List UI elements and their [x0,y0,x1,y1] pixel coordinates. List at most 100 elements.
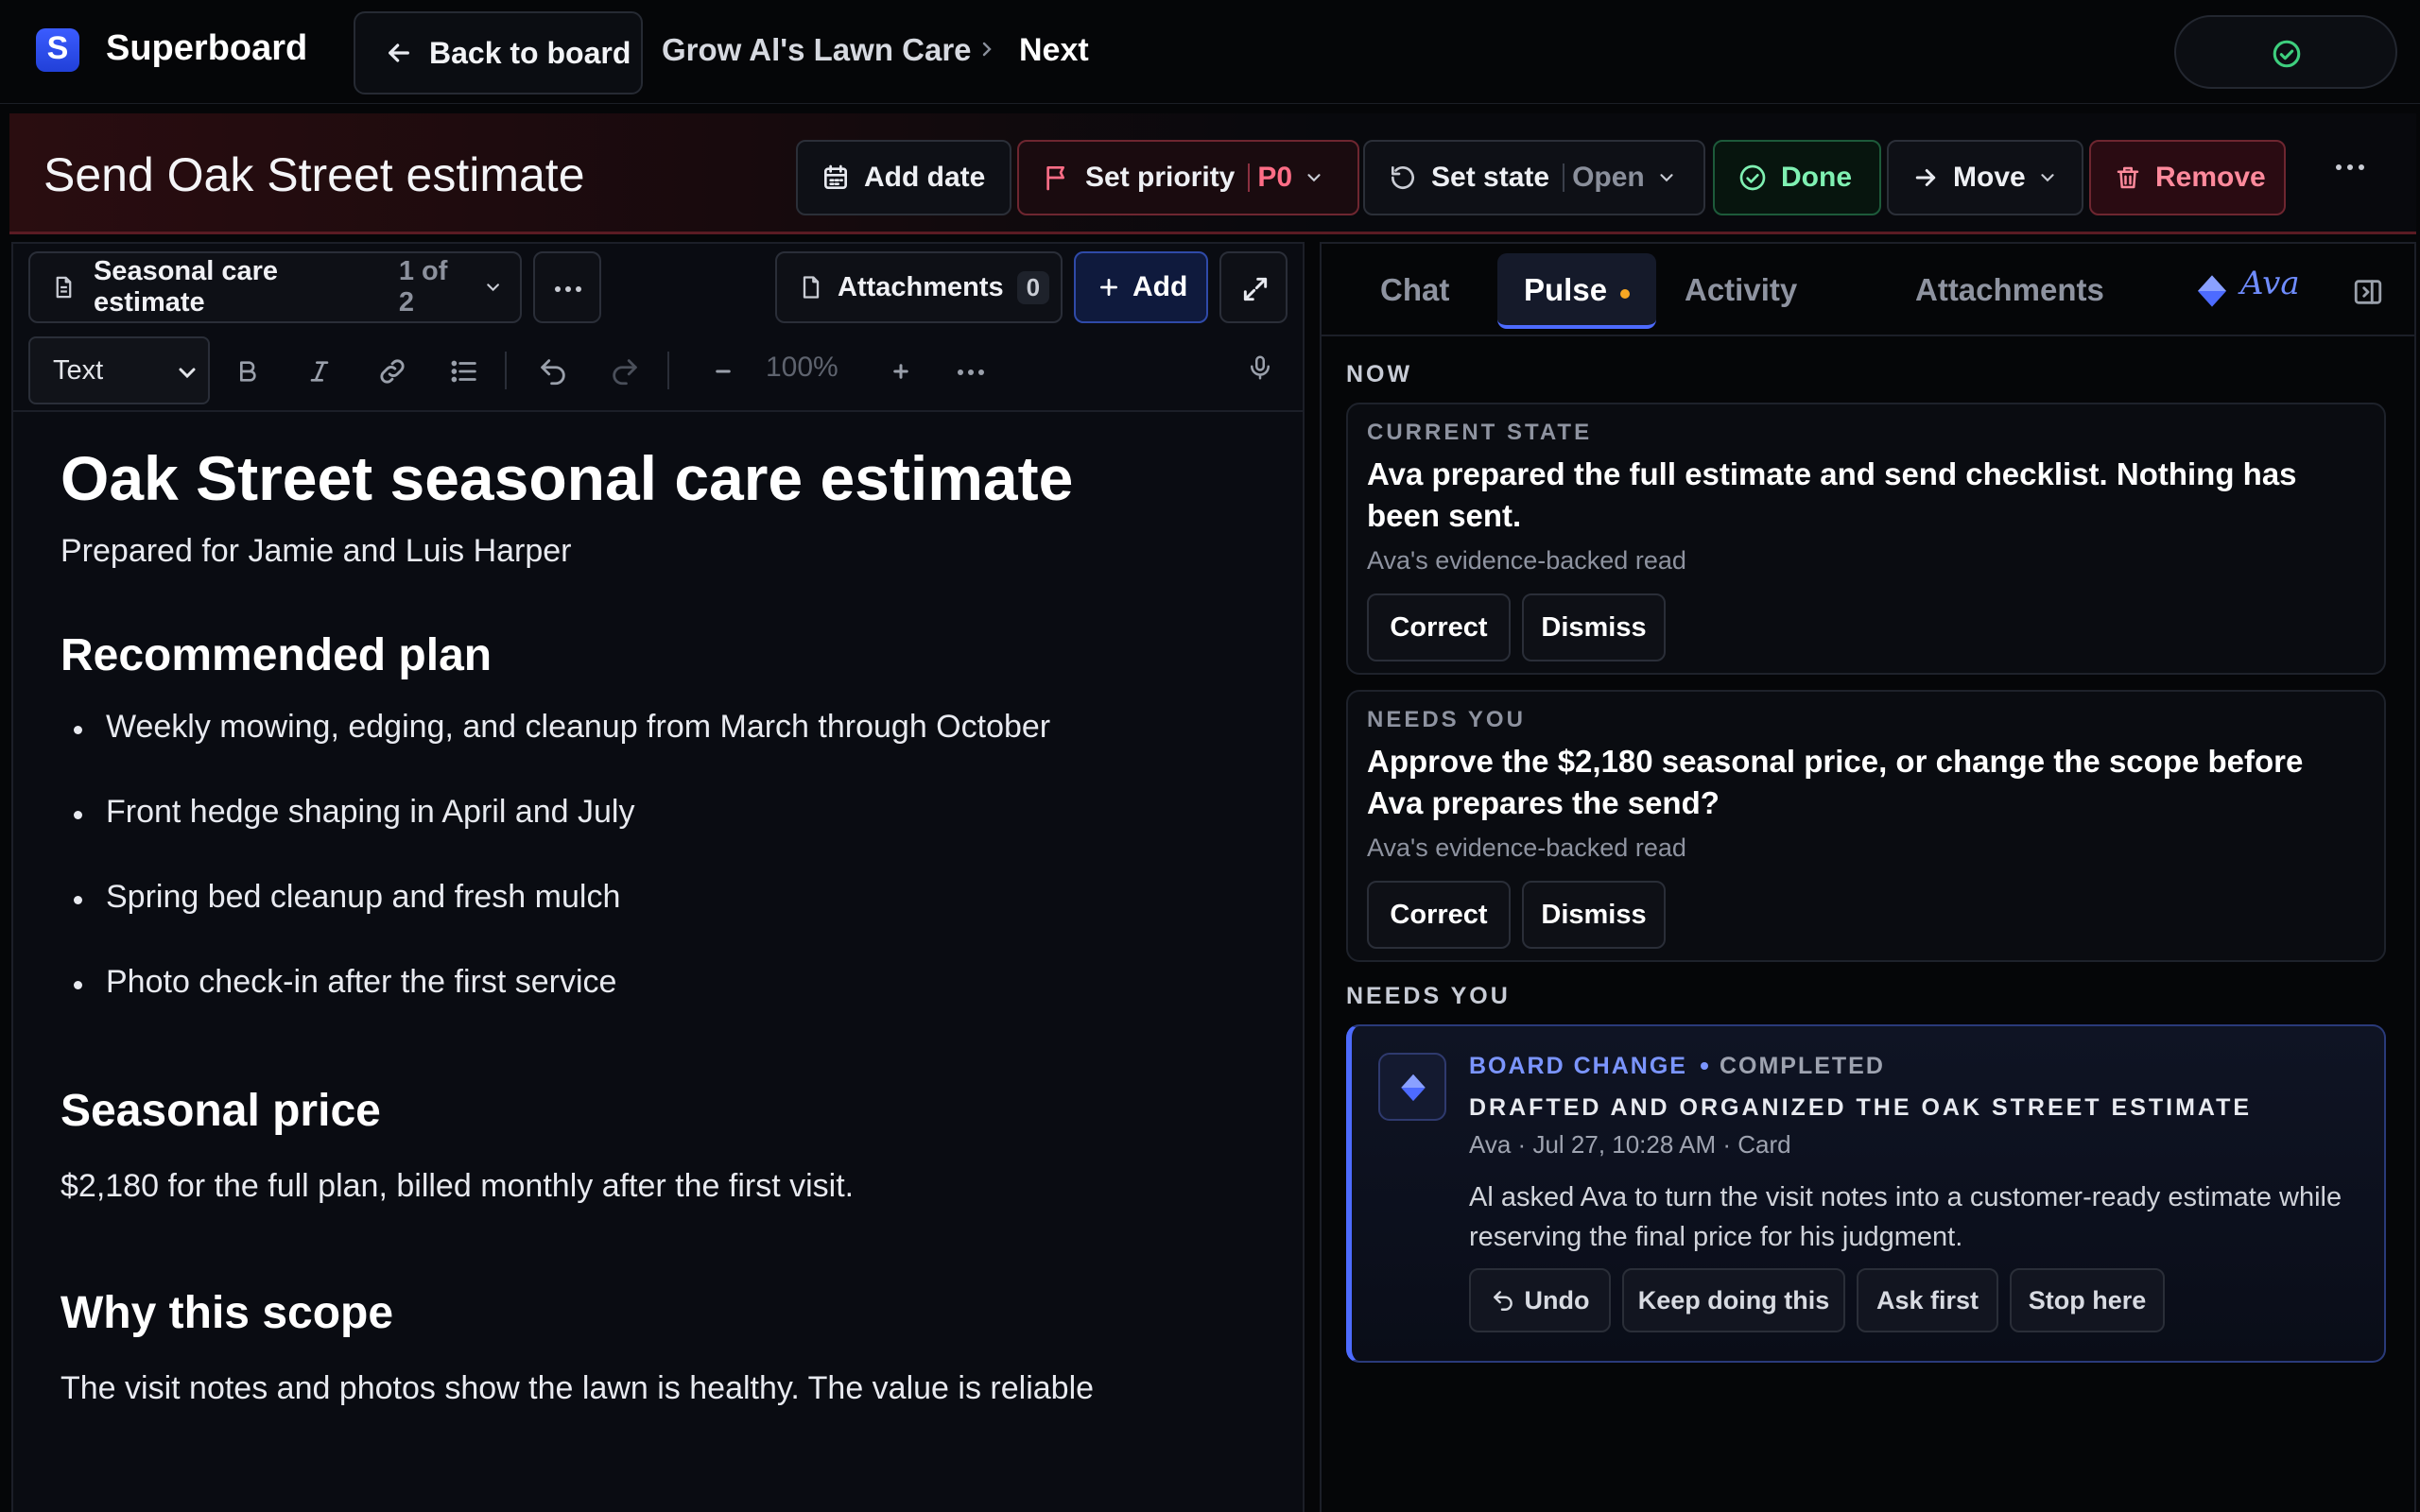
evidence-note: Ava's evidence-backed read [1367,546,1686,575]
more-horizontal-icon[interactable] [957,369,985,376]
more-horizontal-icon[interactable] [2333,163,2367,172]
card-title[interactable]: Send Oak Street estimate [43,147,585,202]
zoom-out-icon[interactable] [709,355,737,387]
tab-pulse[interactable]: Pulse [1524,272,1607,308]
move-button[interactable]: Move [1887,140,2083,215]
dismiss-button[interactable]: Dismiss [1522,881,1666,949]
redo-icon[interactable] [609,355,641,387]
change-meta: Ava · Jul 27, 10:28 AM · Card [1469,1130,1791,1159]
file-icon [803,276,820,299]
undo-icon [1493,1291,1512,1311]
correct-button[interactable]: Correct [1367,593,1511,662]
document-editor: Seasonal care estimate 1 of 2 Attachment… [11,242,1305,1512]
chevron-down-icon [1660,174,1673,182]
toolbar-divider [667,352,669,389]
done-button[interactable]: Done [1713,140,1881,215]
ava-signature[interactable]: Ava [2240,265,2300,302]
bold-icon[interactable] [233,355,263,387]
side-panel: Chat Pulse Activity Attachments Ava NOW … [1320,242,2416,1512]
add-date-label: Add date [864,162,986,193]
set-priority-button[interactable]: Set priority P0 [1017,140,1359,215]
bullet-list-icon[interactable] [448,355,480,387]
add-document-button[interactable]: Add [1074,251,1208,323]
text-style-select[interactable]: Text [28,336,210,404]
back-to-board-button[interactable]: Back to board [354,11,643,94]
calendar-icon [824,164,847,189]
change-title: DRAFTED AND ORGANIZED THE OAK STREET EST… [1469,1094,2253,1121]
change-description: Al asked Ava to turn the visit notes int… [1469,1182,2342,1252]
collapse-panel-icon[interactable] [2352,276,2384,308]
ava-avatar [1378,1053,1446,1121]
done-label: Done [1781,162,1852,193]
needs-you-question: Approve the $2,180 seasonal price, or ch… [1367,744,2304,820]
dismiss-button[interactable]: Dismiss [1522,593,1666,662]
expand-button[interactable] [1219,251,1288,323]
now-section-label: NOW [1346,361,1413,387]
chevron-down-icon [179,368,196,379]
set-priority-label: Set priority [1085,162,1236,193]
tab-attachments[interactable]: Attachments [1915,272,2104,308]
superboard-logo[interactable]: S [36,28,79,72]
document-more-button[interactable] [533,251,601,323]
pulse-unread-dot [1620,289,1630,299]
scope-text: The visit notes and photos show the lawn… [60,1370,1095,1406]
set-state-button[interactable]: Set state Open [1363,140,1705,215]
correct-button[interactable]: Correct [1367,881,1511,949]
breadcrumb-board[interactable]: Grow Al's Lawn Care [662,32,972,68]
tab-chat[interactable]: Chat [1380,272,1449,308]
brand-name: Superboard [106,28,308,68]
microphone-icon[interactable] [1246,350,1274,386]
undo-label: Undo [1524,1286,1590,1314]
tab-activity[interactable]: Activity [1685,272,1797,308]
set-state-label: Set state [1431,162,1550,193]
current-state-text: Ava prepared the full estimate and send … [1367,456,2297,533]
check-circle-icon [1739,164,1766,191]
undo-icon[interactable] [537,355,569,387]
remove-label: Remove [2155,162,2266,193]
board-change-kicker: BOARD CHANGE COMPLETED [1469,1053,1885,1080]
attachments-count: 0 [1016,270,1050,304]
flag-icon [1046,166,1064,191]
chevron-down-icon [2041,174,2054,182]
plan-item: Weekly mowing, edging, and cleanup from … [73,709,1051,745]
plus-icon [1100,279,1117,296]
attachments-label: Attachments [838,271,1004,302]
arrow-right-icon [1915,169,1936,186]
ask-first-button[interactable]: Ask first [1857,1268,1998,1332]
current-state-card: CURRENT STATE Ava prepared the full esti… [1346,403,2386,675]
stop-here-button[interactable]: Stop here [2010,1268,2165,1332]
priority-value: P0 [1257,162,1293,193]
state-value: Open [1572,162,1645,193]
link-icon[interactable] [376,355,408,387]
document-selector[interactable]: Seasonal care estimate 1 of 2 [28,251,522,323]
needs-you-question-card: NEEDS YOU Approve the $2,180 seasonal pr… [1346,690,2386,962]
italic-icon[interactable] [304,355,335,387]
divider [1248,163,1251,192]
formatting-toolbar: Text 100% [13,335,1303,412]
breadcrumb-column[interactable]: Next [1019,32,1089,69]
sync-status-pill[interactable] [2174,15,2397,89]
undo-button[interactable]: Undo [1469,1268,1611,1332]
price-heading: Seasonal price [60,1086,381,1136]
keep-doing-this-button[interactable]: Keep doing this [1622,1268,1845,1332]
remove-button[interactable]: Remove [2089,140,2286,215]
evidence-note: Ava's evidence-backed read [1367,833,1686,862]
separator-dot [1700,1062,1708,1070]
chevron-down-icon [1307,174,1321,182]
change-status: COMPLETED [1719,1053,1885,1079]
add-date-button[interactable]: Add date [796,140,1011,215]
ava-gem-icon[interactable] [2193,272,2231,310]
zoom-in-icon[interactable] [887,355,915,387]
document-count: 1 of 2 [398,256,448,318]
panel-tabs: Chat Pulse Activity Attachments Ava [1322,244,2414,336]
plan-item: Front hedge shaping in April and July [73,794,635,830]
document-name: Seasonal care estimate [93,256,279,318]
document-title: Oak Street seasonal care estimate [60,443,1074,513]
divider [1563,163,1565,192]
attachments-button[interactable]: Attachments 0 [775,251,1063,323]
expand-icon [1243,277,1268,301]
plan-item: Spring bed cleanup and fresh mulch [73,879,621,915]
price-text: $2,180 for the full plan, billed monthly… [60,1168,855,1204]
add-label: Add [1132,271,1188,302]
back-to-board-label: Back to board [429,36,631,70]
